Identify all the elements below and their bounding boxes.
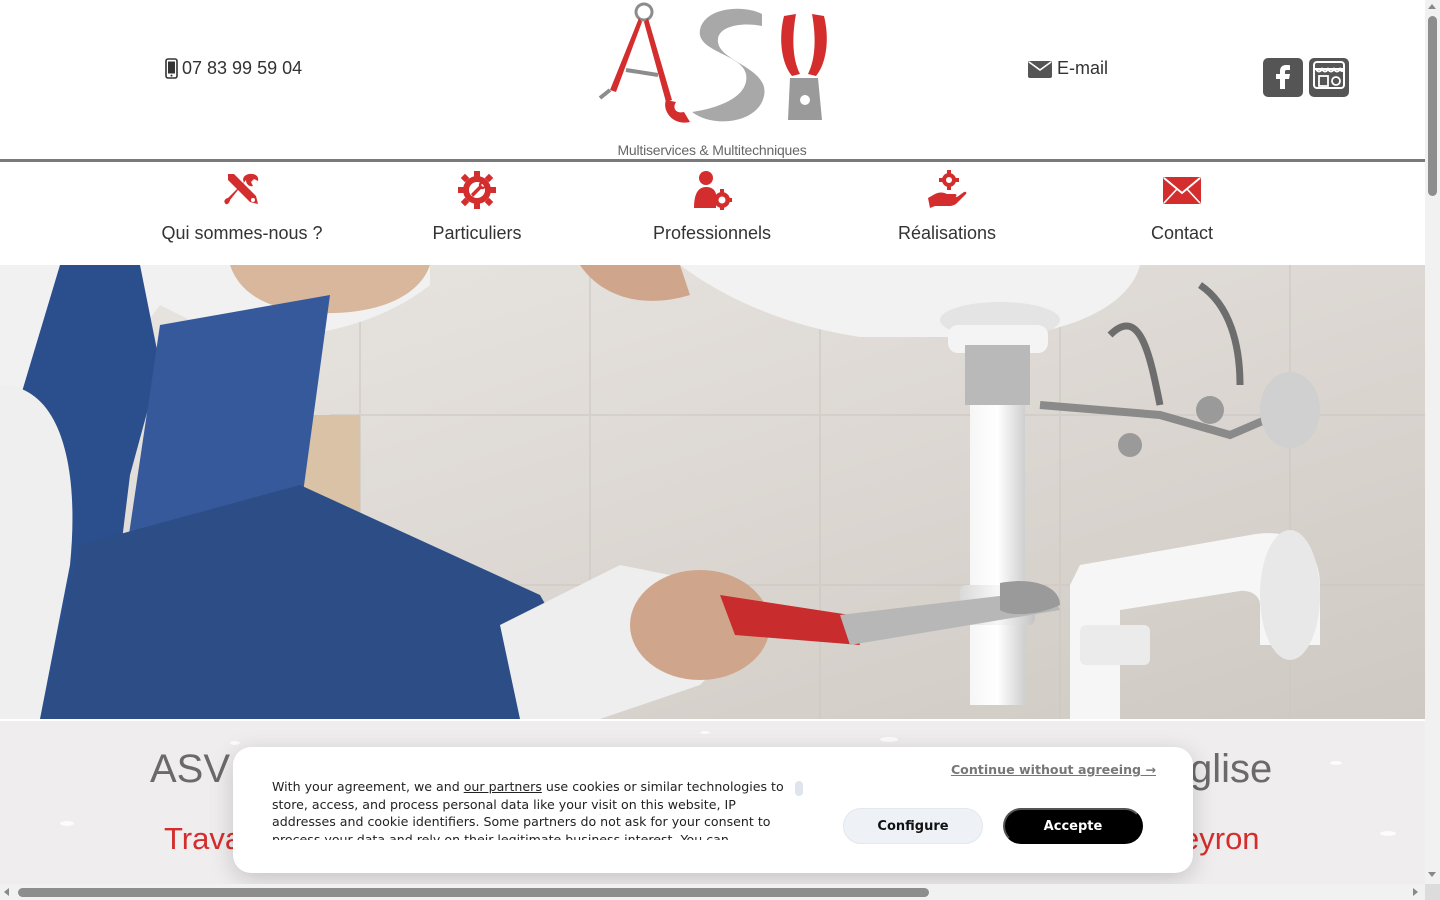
section-subtitle-end: eyron [1182, 821, 1260, 856]
site-header: 07 83 99 59 04 Multiservices & Multitech… [0, 0, 1425, 160]
main-nav: Qui sommes-nous ? Particuliers Professio… [0, 162, 1425, 265]
nav-item-professionnels[interactable]: Professionnels [612, 162, 812, 265]
nav-label: Réalisations [897, 223, 997, 243]
scroll-up-arrow-icon[interactable] [1428, 4, 1436, 9]
cookie-message: With your agreement, we and our partners… [272, 778, 797, 840]
storefront-icon [1312, 60, 1346, 95]
cookie-text-start: With your agreement, we and [272, 779, 464, 794]
phone-number: 07 83 99 59 04 [182, 58, 303, 78]
section-title-start: ASV [150, 747, 231, 791]
cookie-consent-dialog: With your agreement, we and our partners… [233, 747, 1193, 873]
facebook-button[interactable] [1263, 58, 1303, 97]
horizontal-scroll-thumb[interactable] [18, 888, 929, 897]
vertical-scrollbar[interactable] [1425, 0, 1440, 884]
email-link[interactable]: E-mail [1028, 58, 1108, 79]
configure-button[interactable]: Configure [843, 808, 983, 844]
page: 07 83 99 59 04 Multiservices & Multitech… [0, 0, 1425, 884]
tools-icon [222, 170, 262, 210]
section-subtitle-start: Trava [164, 821, 243, 856]
scroll-down-arrow-icon[interactable] [1428, 872, 1436, 877]
vertical-scroll-thumb[interactable] [1428, 16, 1437, 196]
email-label: E-mail [1057, 58, 1109, 78]
hand-gear-icon [927, 170, 967, 210]
scroll-left-arrow-icon[interactable] [4, 888, 9, 896]
nav-item-realisations[interactable]: Réalisations [847, 162, 1047, 265]
hero-image [0, 265, 1425, 719]
nav-label: Qui sommes-nous ? [161, 223, 323, 243]
nav-item-particuliers[interactable]: Particuliers [377, 162, 577, 265]
nav-item-about[interactable]: Qui sommes-nous ? [142, 162, 342, 265]
envelope-icon [1162, 170, 1202, 210]
section-title-end: glise [1190, 747, 1273, 791]
accept-button[interactable]: Accepte [1003, 808, 1143, 844]
scroll-right-arrow-icon[interactable] [1413, 888, 1418, 896]
gear-wrench-icon [457, 170, 497, 210]
shop-button[interactable] [1309, 58, 1349, 97]
envelope-icon [1028, 59, 1052, 79]
nav-label: Particuliers [432, 223, 522, 243]
site-logo[interactable]: Multiservices & Multitechniques [592, 0, 832, 162]
phone-link[interactable]: 07 83 99 59 04 [165, 58, 302, 79]
continue-without-agreeing-link[interactable]: Continue without agreeing → [951, 762, 1156, 777]
nav-item-contact[interactable]: Contact [1082, 162, 1282, 265]
worker-gear-icon [692, 170, 732, 210]
scrollbar-corner [1425, 884, 1440, 900]
mobile-phone-icon [165, 58, 178, 79]
nav-label: Professionnels [652, 223, 772, 243]
nav-label: Contact [1150, 223, 1214, 243]
horizontal-scrollbar[interactable] [0, 884, 1425, 900]
partners-link[interactable]: our partners [464, 779, 542, 794]
cookie-text-scrollbar[interactable] [795, 781, 803, 796]
logo-tagline: Multiservices & Multitechniques [617, 142, 807, 158]
facebook-icon [1274, 61, 1292, 94]
